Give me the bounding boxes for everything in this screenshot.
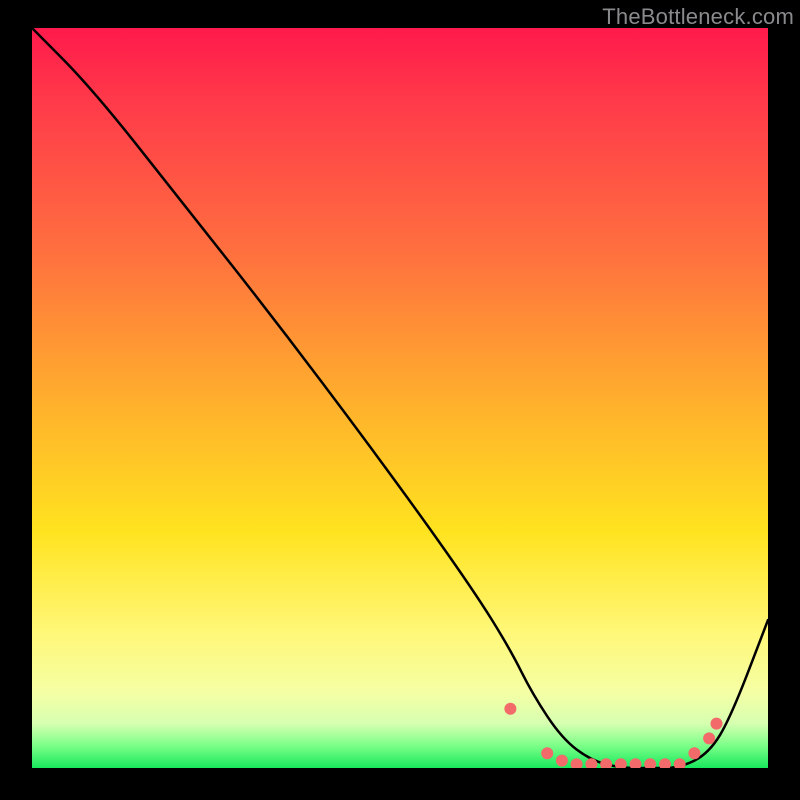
marker-dot [600, 758, 612, 768]
marker-dot [644, 758, 656, 768]
watermark-text: TheBottleneck.com [602, 4, 794, 30]
marker-dot [541, 747, 553, 759]
marker-dot [711, 718, 723, 730]
marker-dot [659, 758, 671, 768]
plot-area [32, 28, 768, 768]
curve-line [32, 28, 768, 768]
marker-dot [703, 732, 715, 744]
marker-dot [674, 758, 686, 768]
marker-dot [504, 703, 516, 715]
chart-frame: TheBottleneck.com [0, 0, 800, 800]
marker-dot [556, 755, 568, 767]
marker-dot [571, 758, 583, 768]
marker-dot [688, 747, 700, 759]
highlight-markers [504, 703, 722, 768]
marker-dot [630, 758, 642, 768]
marker-dot [615, 758, 627, 768]
chart-svg [32, 28, 768, 768]
